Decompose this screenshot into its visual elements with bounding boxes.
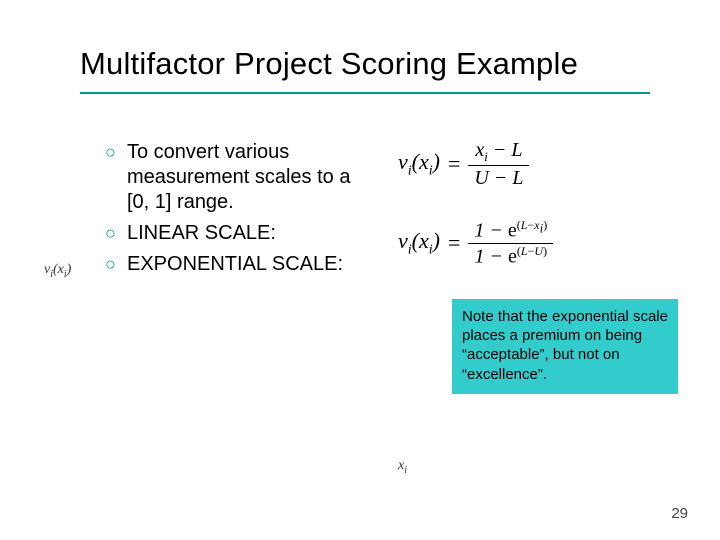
equals-sign: = (448, 151, 460, 177)
title-underline (80, 92, 650, 94)
equation-linear: vi(xi) = xi − L U − L (398, 138, 658, 190)
bullet-list: ○ To convert various measurement scales … (105, 140, 355, 283)
side-math-label: vi(xi) (44, 262, 71, 280)
bullet-item: ○ LINEAR SCALE: (105, 221, 355, 246)
note-callout: Note that the exponential scale places a… (452, 299, 678, 394)
bullet-text: EXPONENTIAL SCALE: (127, 252, 355, 277)
slide: Multifactor Project Scoring Example ○ To… (0, 0, 720, 540)
bullet-circle-icon: ○ (105, 140, 127, 164)
bullet-item: ○ To convert various measurement scales … (105, 140, 355, 215)
equation-lhs: vi(xi) (398, 228, 440, 258)
bullet-circle-icon: ○ (105, 221, 127, 245)
equals-sign: = (448, 230, 460, 256)
bullet-text: To convert various measurement scales to… (127, 140, 355, 215)
page-number: 29 (671, 505, 688, 522)
bullet-item: ○ EXPONENTIAL SCALE: (105, 252, 355, 277)
fraction: xi − L U − L (468, 138, 529, 190)
bottom-math-label: xi (398, 458, 407, 476)
bullet-circle-icon: ○ (105, 252, 127, 276)
slide-title: Multifactor Project Scoring Example (80, 46, 578, 82)
equation-exponential: vi(xi) = 1 − e(L−xi) 1 − e(L−U) (398, 218, 668, 268)
bullet-text: LINEAR SCALE: (127, 221, 355, 246)
equation-lhs: vi(xi) (398, 149, 440, 179)
fraction-numerator: xi − L (468, 138, 529, 166)
fraction-numerator: 1 − e(L−xi) (468, 218, 553, 244)
fraction-denominator: U − L (468, 166, 529, 190)
fraction-denominator: 1 − e(L−U) (468, 244, 553, 269)
fraction: 1 − e(L−xi) 1 − e(L−U) (468, 218, 553, 268)
